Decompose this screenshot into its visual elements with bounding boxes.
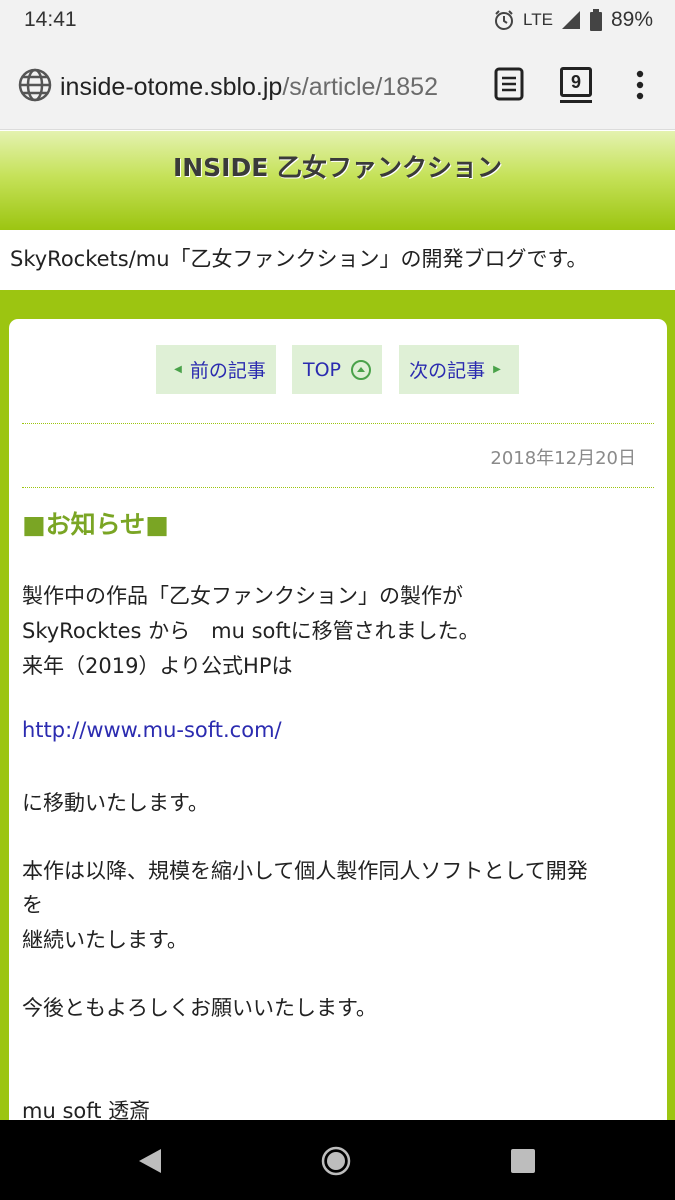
article-line: 来年（2019）より公式HPは <box>22 654 293 678</box>
chevron-right-icon: ▶ <box>493 364 501 375</box>
alarm-icon <box>493 9 515 31</box>
divider <box>22 487 654 488</box>
arrow-up-circle-icon <box>351 359 372 380</box>
status-bar: 14:41 LTE 89% <box>0 0 675 40</box>
tab-count: 9 <box>560 67 592 97</box>
article-line: に移動いたします。 <box>22 791 209 815</box>
status-time: 14:41 <box>24 8 77 31</box>
homepage-link[interactable]: http://www.mu-soft.com/ <box>22 718 282 742</box>
top-label: TOP <box>302 358 342 381</box>
article-line: を <box>22 893 43 917</box>
home-icon[interactable] <box>320 1145 352 1181</box>
system-nav-bar <box>0 1120 675 1200</box>
site-description: SkyRockets/mu「乙女ファンクション」の開発ブログです。 <box>0 230 675 290</box>
globe-icon[interactable] <box>18 68 52 106</box>
site-header: INSIDE 乙女ファンクション <box>0 131 675 230</box>
article-line: 本作は以降、規模を縮小して個人製作同人ソフトとして開発 <box>22 859 588 883</box>
top-button[interactable]: TOP <box>292 345 382 394</box>
divider <box>22 423 654 424</box>
article-line: 今後ともよろしくお願いいたします。 <box>22 996 377 1020</box>
article-line: 継続いたします。 <box>22 928 188 952</box>
next-article-button[interactable]: 次の記事 ▶ <box>399 345 519 394</box>
chevron-left-icon: ◀ <box>174 364 182 375</box>
battery-level: 89% <box>610 8 653 31</box>
tab-switcher-underline <box>560 100 592 103</box>
article-heading: ■お知らせ■ <box>22 510 169 539</box>
prev-article-button[interactable]: ◀ 前の記事 <box>156 345 276 394</box>
article-date: 2018年12月20日 <box>490 448 636 469</box>
signal-icon <box>561 10 581 30</box>
browser-toolbar: inside-otome.sblo.jp/s/article/1852 9 <box>0 40 675 130</box>
site-title[interactable]: INSIDE 乙女ファンクション <box>173 148 502 184</box>
article-line: 製作中の作品「乙女ファンクション」の製作が <box>22 584 463 608</box>
reader-mode-icon[interactable] <box>494 67 524 105</box>
more-vert-icon[interactable] <box>635 70 645 104</box>
address-bar[interactable]: inside-otome.sblo.jp/s/article/1852 <box>60 69 474 105</box>
url-host: inside-otome.sblo.jp <box>60 73 283 101</box>
recent-apps-icon[interactable] <box>510 1148 536 1178</box>
network-type: LTE <box>523 10 553 29</box>
tab-switcher-button[interactable]: 9 <box>560 67 592 103</box>
back-icon[interactable] <box>137 1147 163 1179</box>
article-line: SkyRocktes から mu softに移管されました。 <box>22 619 480 643</box>
prev-article-label: 前の記事 <box>189 360 266 382</box>
url-path: /s/article/1852 <box>282 73 438 101</box>
next-article-label: 次の記事 <box>409 360 486 382</box>
status-indicators: LTE 89% <box>493 8 653 32</box>
battery-icon <box>589 9 603 31</box>
